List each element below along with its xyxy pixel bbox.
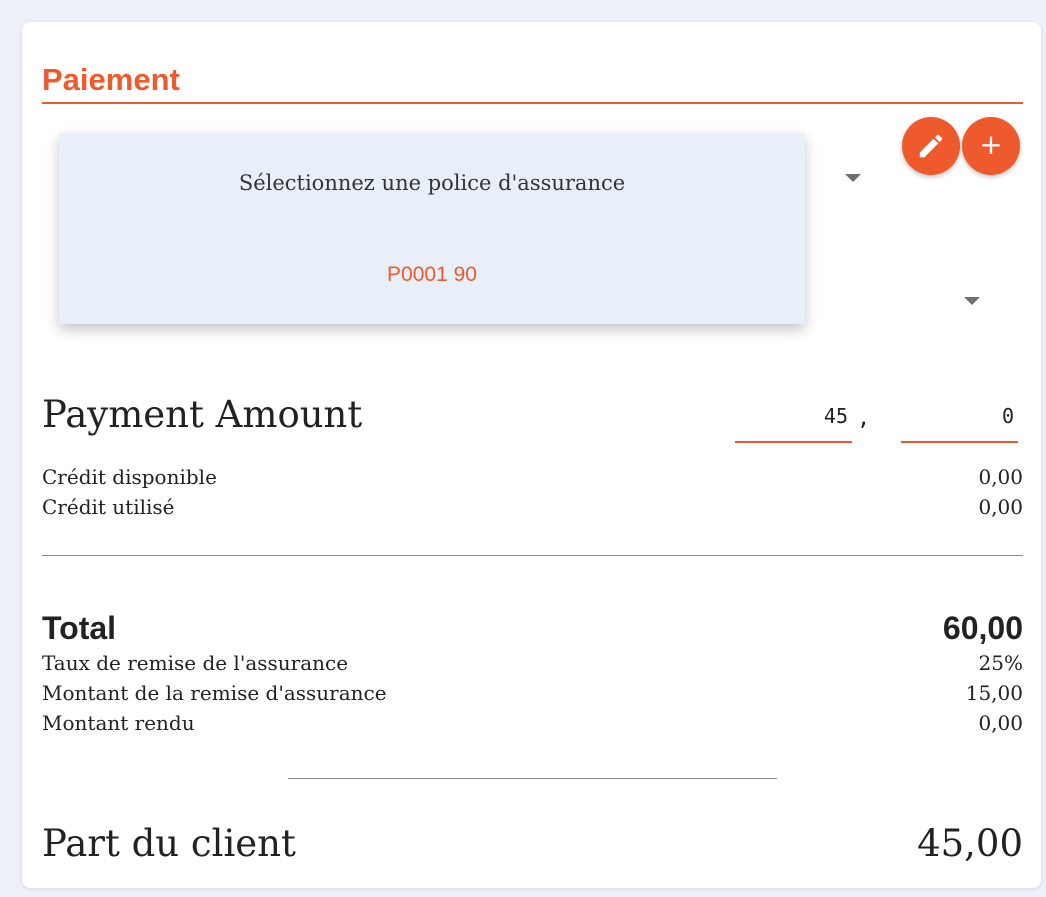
insurance-dropdown-placeholder: Sélectionnez une police d'assurance: [238, 171, 626, 195]
title-underline: [42, 102, 1023, 104]
credit-available-row: Crédit disponible 0,00: [42, 465, 1023, 489]
credit-used-value: 0,00: [978, 495, 1023, 519]
section-title: Paiement: [42, 62, 180, 97]
total-row: Total 60,00: [42, 610, 1023, 646]
returned-amount-label: Montant rendu: [42, 711, 195, 735]
credit-used-label: Crédit utilisé: [42, 495, 175, 519]
client-share-value: 45,00: [917, 822, 1023, 865]
client-share-label: Part du client: [42, 822, 296, 865]
add-button[interactable]: +: [962, 117, 1020, 175]
returned-amount-row: Montant rendu 0,00: [42, 711, 1023, 735]
secondary-dropdown-arrow[interactable]: [964, 297, 980, 305]
discount-amount-label: Montant de la remise d'assurance: [42, 681, 387, 705]
discount-rate-value: 25%: [978, 651, 1023, 675]
credit-available-value: 0,00: [978, 465, 1023, 489]
insurance-option[interactable]: P0001 90: [59, 263, 805, 287]
payment-amount-label: Payment Amount: [42, 393, 363, 436]
divider: [42, 555, 1023, 556]
returned-amount-value: 0,00: [978, 711, 1023, 735]
payment-amount-decimal-input[interactable]: [901, 399, 1018, 443]
payment-amount-integer-input[interactable]: [735, 399, 852, 443]
divider-short: [288, 778, 777, 779]
discount-rate-row: Taux de remise de l'assurance 25%: [42, 651, 1023, 675]
decimal-separator: ,: [857, 406, 871, 431]
edit-button[interactable]: [902, 117, 960, 175]
total-value: 60,00: [942, 610, 1023, 646]
client-share-row: Part du client 45,00: [42, 822, 1023, 866]
discount-amount-row: Montant de la remise d'assurance 15,00: [42, 681, 1023, 705]
discount-rate-label: Taux de remise de l'assurance: [42, 651, 349, 675]
insurance-dropdown-menu: Sélectionnez une police d'assurance P000…: [59, 133, 805, 324]
insurance-dropdown-arrow[interactable]: [845, 174, 861, 182]
total-label: Total: [42, 610, 117, 646]
plus-icon: +: [979, 128, 1003, 161]
credit-used-row: Crédit utilisé 0,00: [42, 495, 1023, 519]
credit-available-label: Crédit disponible: [42, 465, 217, 489]
pencil-icon: [919, 134, 943, 158]
discount-amount-value: 15,00: [965, 681, 1023, 705]
